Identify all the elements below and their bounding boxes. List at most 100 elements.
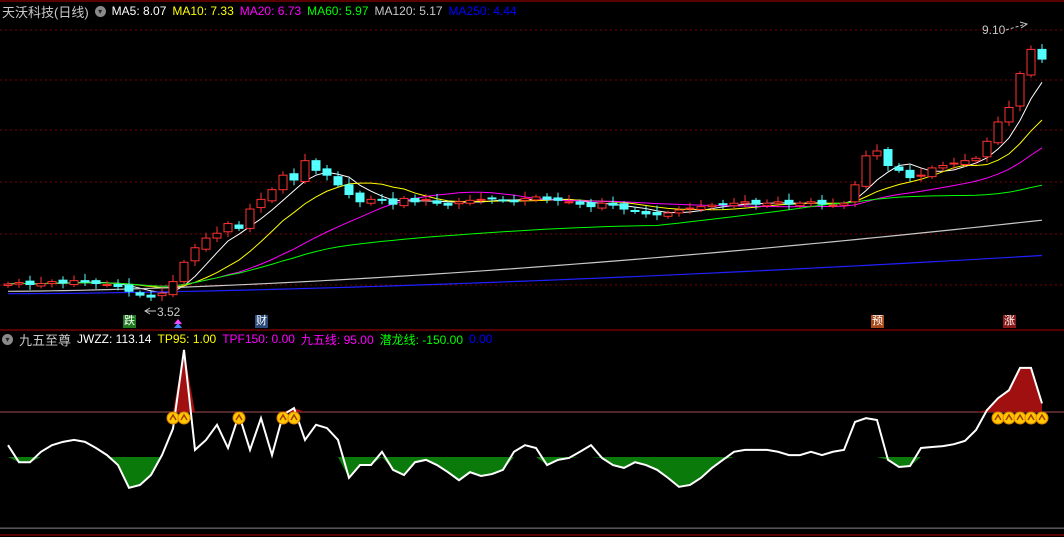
indicator-legend: ▾ 九五至尊 JWZZ: 113.14 TP95: 1.00 TPF150: 0… (2, 330, 492, 348)
candle (971, 155, 981, 165)
candle-body (520, 197, 530, 201)
candle-body (212, 232, 222, 239)
candle-body (3, 283, 13, 286)
candle-body (729, 202, 739, 207)
candle (234, 221, 244, 231)
candle-body (1037, 48, 1047, 60)
candle (839, 200, 849, 210)
candle (729, 197, 739, 209)
candle (982, 137, 992, 163)
candle (311, 158, 321, 175)
candle-body (982, 140, 992, 158)
candle-body (432, 200, 442, 204)
candle-body (883, 149, 893, 167)
candle (960, 153, 970, 167)
candle (36, 276, 46, 289)
candle-body (674, 209, 684, 214)
candle-body (113, 284, 123, 287)
candle-body (894, 166, 904, 171)
candle-body (663, 212, 673, 217)
candle-body (58, 279, 68, 284)
below-zero-fill (360, 457, 371, 466)
signal-marker-icon (1002, 411, 1016, 425)
signal-marker-icon (166, 411, 180, 425)
candle-body (575, 201, 585, 205)
candle (124, 278, 134, 297)
candle-body (707, 204, 717, 208)
candle-body (190, 247, 200, 262)
candle-body (410, 197, 420, 203)
ma250-label: MA250: 4.44 (448, 4, 517, 18)
candle-body (267, 189, 277, 202)
tp95-label: TP95: 1.00 (157, 332, 217, 346)
candle-body (355, 192, 365, 203)
candle-body (476, 198, 486, 201)
indicator-toggle-icon[interactable]: ▾ (2, 333, 13, 345)
candle-body (619, 203, 629, 210)
candle (674, 206, 684, 217)
below-zero-fill (679, 457, 690, 487)
candle-body (146, 294, 156, 298)
candle-body (388, 198, 398, 205)
candle (14, 278, 24, 288)
candle-body (454, 201, 464, 205)
qianlong-line-label: 潜龙线: -150.00 (379, 332, 463, 347)
candle-body (949, 162, 959, 165)
jwzz-label: JWZZ: 113.14 (77, 332, 152, 346)
candle-body (322, 168, 332, 176)
low-annotation: 3.52 (144, 305, 181, 319)
candle-body (751, 199, 761, 205)
above-95-fill (1020, 367, 1031, 412)
candle (377, 194, 387, 205)
candle (388, 192, 398, 210)
candle-body (509, 199, 519, 203)
signal-marker-icon (287, 411, 301, 425)
candle-body (740, 201, 750, 204)
below-zero-fill (701, 457, 712, 478)
candle (509, 195, 519, 206)
signal-marker-icon (1013, 411, 1027, 425)
candle (1015, 71, 1025, 112)
signal-marker-icon (1035, 411, 1049, 425)
ma10-label: MA10: 7.33 (172, 4, 234, 18)
signal-marker-icon (991, 411, 1005, 425)
candle (894, 163, 904, 173)
stock-chart: 9.10 3.52 (0, 0, 1064, 536)
candle-body (1015, 73, 1025, 107)
settings-toggle-icon[interactable]: ▾ (94, 5, 106, 17)
ma5-label: MA5: 8.07 (111, 4, 167, 18)
candle-body (1026, 48, 1036, 76)
candle (619, 201, 629, 215)
candle-body (179, 261, 189, 283)
candle-body (872, 150, 882, 157)
candle-body (608, 202, 618, 206)
candle (355, 190, 365, 208)
candle (47, 279, 57, 288)
candle (498, 195, 508, 203)
signal-marker-icon (276, 411, 290, 425)
candle (553, 192, 563, 206)
candle-body (36, 283, 46, 287)
candle-body (289, 173, 299, 181)
jiuwu-line-label: 九五线: 95.00 (300, 332, 374, 347)
candle-body (465, 199, 475, 204)
candle-body (333, 176, 343, 186)
candle (806, 197, 816, 208)
candle (740, 195, 750, 208)
candle-body (157, 292, 167, 297)
candle (289, 168, 299, 186)
candle (157, 287, 167, 301)
candle-body (784, 199, 794, 205)
zero-line-label: 0.00 (469, 332, 493, 346)
candle-body (300, 160, 310, 182)
candle (597, 197, 607, 211)
candle (927, 165, 937, 180)
candle-body (993, 121, 1003, 144)
candle (344, 178, 354, 199)
candle-body (278, 174, 288, 191)
candle (718, 199, 728, 210)
below-zero-fill (129, 457, 140, 488)
candle-body (234, 224, 244, 229)
candle (190, 243, 200, 267)
candle-body (223, 223, 233, 233)
